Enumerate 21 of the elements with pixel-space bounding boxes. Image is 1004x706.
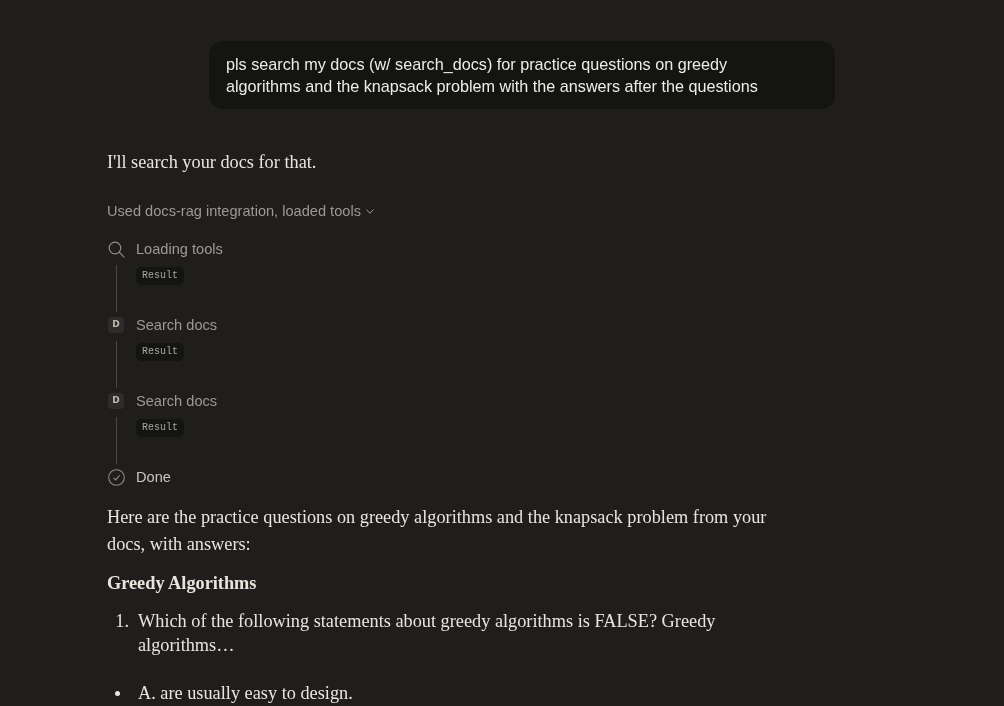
tool-summary-toggle[interactable]: Used docs-rag integration, loaded tools [107, 201, 374, 221]
step-title: Search docs [136, 392, 218, 411]
result-button[interactable]: Result [136, 267, 184, 285]
section-heading: Greedy Algorithms [107, 572, 258, 595]
assistant-message: I'll search your docs for that. [107, 151, 318, 174]
step-title: Loading tools [136, 240, 223, 259]
list-number: 1. [114, 610, 129, 633]
result-button[interactable]: Result [136, 343, 184, 361]
bullet-icon [115, 690, 120, 696]
chevron-down-icon [365, 208, 374, 214]
answer-option: A. are usually easy to design. [138, 681, 353, 705]
step-title: Search docs [136, 316, 218, 335]
search-icon [107, 240, 125, 258]
step-title: Done [136, 468, 171, 487]
result-button[interactable]: Result [136, 419, 184, 437]
letter-badge: D [108, 393, 124, 409]
user-message: pls search my docs (w/ search_docs) for practice questions on greedy algorithms and the knapsack problem with the answers after the questions [209, 41, 835, 109]
letter-badge: D [108, 317, 124, 333]
question-text: Which of the following statements about greedy algorithms is FALSE? Greedy algorithms… [138, 610, 717, 657]
check-circle-icon [107, 468, 125, 486]
response-paragraph: Here are the practice questions on greedy algorithms and the knapsack problem from your docs, with answers: [107, 506, 768, 556]
